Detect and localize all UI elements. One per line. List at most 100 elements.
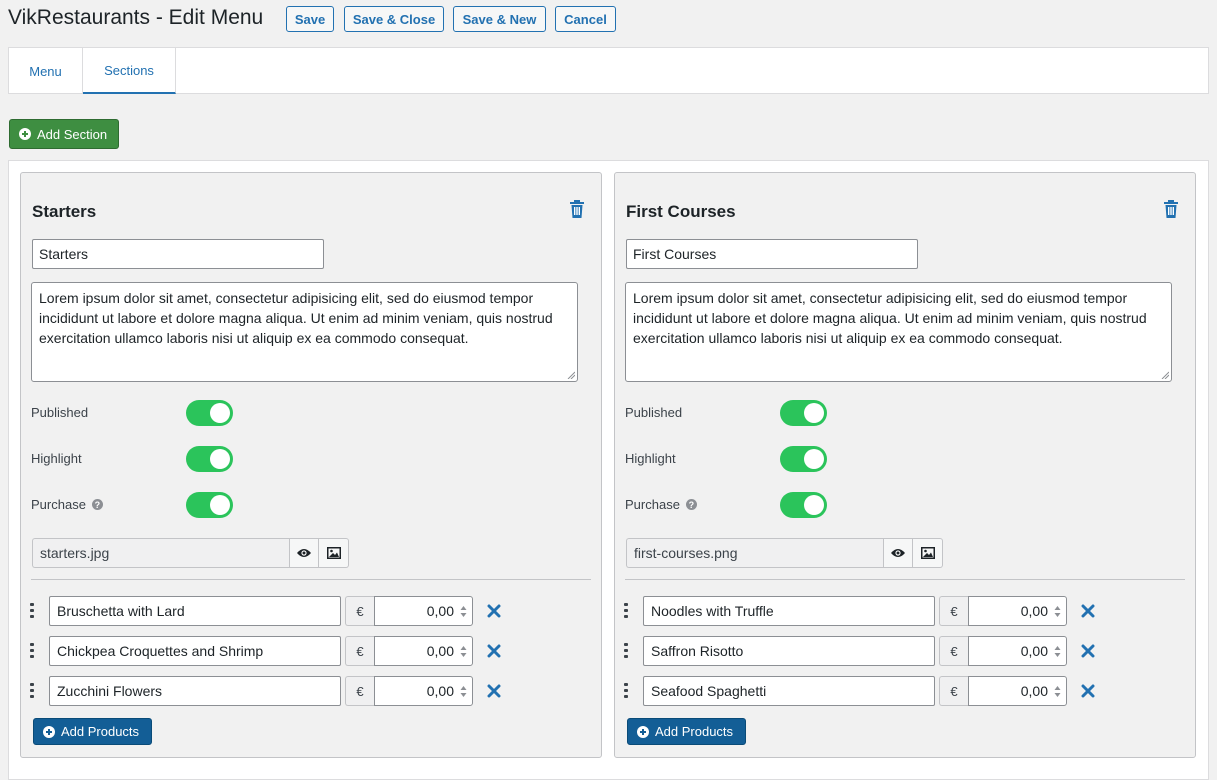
tab-menu[interactable]: Menu — [9, 48, 83, 94]
page-title: VikRestaurants - Edit Menu — [8, 6, 264, 29]
product-price-input[interactable]: 0,00 — [968, 636, 1067, 666]
purchase-toggle[interactable] — [780, 492, 827, 518]
purchase-label: Purchase? — [31, 497, 103, 512]
product-price-input[interactable]: 0,00 — [968, 596, 1067, 626]
highlight-toggle[interactable] — [186, 446, 233, 472]
image-filename-input[interactable]: starters.jpg — [32, 538, 289, 568]
section-title: First Courses — [626, 202, 736, 221]
help-icon[interactable]: ? — [685, 499, 697, 510]
image-icon — [920, 547, 935, 559]
add-section-label: Add Section — [37, 126, 108, 142]
remove-product-icon[interactable] — [487, 684, 501, 698]
section-title: Starters — [32, 202, 97, 221]
save-close-button[interactable]: Save & Close — [344, 6, 444, 32]
save-button[interactable]: Save — [286, 6, 334, 32]
spinner-icon[interactable] — [1054, 645, 1061, 658]
product-name-input[interactable]: Chickpea Croquettes and Shrimp — [49, 636, 341, 666]
published-toggle[interactable] — [780, 400, 827, 426]
eye-icon — [891, 549, 905, 557]
product-row: Saffron Risotto € 0,00 — [624, 636, 1184, 666]
currency-addon: € — [345, 596, 374, 626]
section-name-input[interactable]: First Courses — [626, 239, 918, 269]
product-price-input[interactable]: 0,00 — [374, 676, 473, 706]
purchase-label: Purchase? — [625, 497, 697, 512]
remove-product-icon[interactable] — [1081, 684, 1095, 698]
add-section-button[interactable]: Add Section — [9, 119, 119, 149]
select-image-button[interactable] — [913, 538, 943, 568]
product-row: Chickpea Croquettes and Shrimp € 0,00 — [30, 636, 590, 666]
product-name-input[interactable]: Saffron Risotto — [643, 636, 935, 666]
plus-circle-icon — [19, 128, 31, 140]
drag-handle-icon[interactable] — [624, 683, 628, 699]
currency-addon: € — [939, 676, 968, 706]
header-bar: VikRestaurants - Edit Menu Save Save & C… — [0, 0, 1217, 40]
select-image-button[interactable] — [319, 538, 349, 568]
product-name-input[interactable]: Seafood Spaghetti — [643, 676, 935, 706]
spinner-icon[interactable] — [1054, 685, 1061, 698]
tab-sections[interactable]: Sections — [83, 48, 176, 94]
add-products-button[interactable]: Add Products — [627, 718, 746, 745]
add-products-label: Add Products — [61, 724, 140, 739]
product-row: Seafood Spaghetti € 0,00 — [624, 676, 1184, 706]
add-products-label: Add Products — [655, 724, 734, 739]
image-icon — [326, 547, 341, 559]
currency-addon: € — [939, 596, 968, 626]
product-row: Zucchini Flowers € 0,00 — [30, 676, 590, 706]
resize-handle-icon[interactable] — [1161, 371, 1169, 379]
spinner-icon[interactable] — [460, 645, 467, 658]
product-name-input[interactable]: Bruschetta with Lard — [49, 596, 341, 626]
plus-circle-icon — [43, 725, 55, 738]
drag-handle-icon[interactable] — [30, 603, 34, 619]
tabs-bar: Menu Sections — [8, 47, 1209, 94]
currency-addon: € — [345, 636, 374, 666]
currency-addon: € — [345, 676, 374, 706]
preview-image-button[interactable] — [289, 538, 319, 568]
published-label: Published — [625, 405, 683, 420]
drag-handle-icon[interactable] — [624, 643, 628, 659]
description-text: Lorem ipsum dolor sit amet, consectetur … — [39, 290, 553, 346]
resize-handle-icon[interactable] — [567, 371, 575, 379]
divider — [31, 579, 591, 580]
preview-image-button[interactable] — [883, 538, 913, 568]
highlight-label: Highlight — [625, 451, 676, 466]
highlight-toggle[interactable] — [780, 446, 827, 472]
cancel-button[interactable]: Cancel — [555, 6, 616, 32]
product-name-input[interactable]: Noodles with Truffle — [643, 596, 935, 626]
highlight-label: Highlight — [31, 451, 82, 466]
eye-icon — [297, 549, 311, 557]
remove-product-icon[interactable] — [1081, 604, 1095, 618]
section-description-textarea[interactable]: Lorem ipsum dolor sit amet, consectetur … — [625, 282, 1172, 382]
product-row: Bruschetta with Lard € 0,00 — [30, 596, 590, 626]
published-toggle[interactable] — [186, 400, 233, 426]
product-price-input[interactable]: 0,00 — [374, 636, 473, 666]
save-new-button[interactable]: Save & New — [453, 6, 546, 32]
section-description-textarea[interactable]: Lorem ipsum dolor sit amet, consectetur … — [31, 282, 578, 382]
remove-product-icon[interactable] — [1081, 644, 1095, 658]
product-price-input[interactable]: 0,00 — [374, 596, 473, 626]
drag-handle-icon[interactable] — [30, 643, 34, 659]
image-field: first-courses.png — [626, 538, 943, 568]
spinner-icon[interactable] — [1054, 605, 1061, 618]
product-row: Noodles with Truffle € 0,00 — [624, 596, 1184, 626]
trash-icon[interactable] — [569, 200, 585, 218]
image-field: starters.jpg — [32, 538, 349, 568]
spinner-icon[interactable] — [460, 605, 467, 618]
currency-addon: € — [939, 636, 968, 666]
trash-icon[interactable] — [1163, 200, 1179, 218]
divider — [625, 579, 1185, 580]
spinner-icon[interactable] — [460, 685, 467, 698]
product-price-input[interactable]: 0,00 — [968, 676, 1067, 706]
section-card-first-courses: First Courses First Courses Lorem ipsum … — [614, 172, 1196, 758]
purchase-toggle[interactable] — [186, 492, 233, 518]
help-icon[interactable]: ? — [91, 499, 103, 510]
section-name-input[interactable]: Starters — [32, 239, 324, 269]
image-filename-input[interactable]: first-courses.png — [626, 538, 883, 568]
drag-handle-icon[interactable] — [30, 683, 34, 699]
remove-product-icon[interactable] — [487, 644, 501, 658]
product-name-input[interactable]: Zucchini Flowers — [49, 676, 341, 706]
plus-circle-icon — [637, 725, 649, 738]
drag-handle-icon[interactable] — [624, 603, 628, 619]
remove-product-icon[interactable] — [487, 604, 501, 618]
description-text: Lorem ipsum dolor sit amet, consectetur … — [633, 290, 1147, 346]
add-products-button[interactable]: Add Products — [33, 718, 152, 745]
